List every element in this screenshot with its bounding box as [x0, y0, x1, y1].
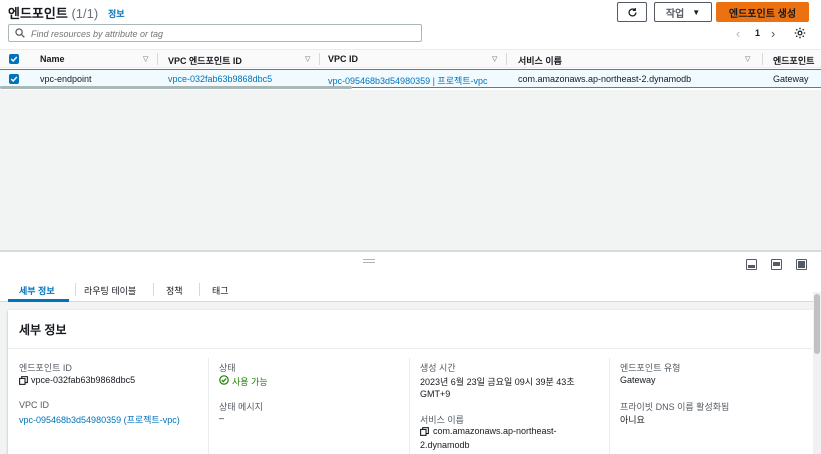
details-divider — [8, 348, 813, 349]
copy-icon[interactable] — [19, 376, 28, 385]
column-header-endpoint-type[interactable]: 엔드포인트 — [773, 54, 814, 67]
created-time-label: 생성 시간 — [420, 363, 456, 373]
column-divider[interactable] — [319, 53, 320, 65]
vpc-id-label: VPC ID — [19, 400, 50, 410]
cell-endpoint-type: Gateway — [773, 74, 809, 84]
sort-caret-icon[interactable]: ▽ — [745, 55, 750, 63]
private-dns-value: 아니요 — [620, 415, 645, 425]
tab-tags[interactable]: 태그 — [212, 284, 229, 297]
previous-page-icon[interactable]: ‹ — [736, 26, 740, 41]
page-number[interactable]: 1 — [755, 28, 760, 38]
status-message-label: 상태 메시지 — [219, 402, 263, 412]
column-header-vpc-id[interactable]: VPC ID — [328, 54, 358, 64]
status-message-value: – — [219, 413, 225, 423]
sort-caret-icon[interactable]: ▽ — [143, 55, 148, 63]
actions-dropdown[interactable]: 작업 ▼ — [654, 2, 712, 22]
tab-route-tables[interactable]: 라우팅 테이블 — [84, 284, 136, 297]
tab-policy[interactable]: 정책 — [166, 284, 183, 297]
table-header: Name ▽ VPC 엔드포인트 ID ▽ VPC ID ▽ 서비스 이름 ▽ … — [0, 49, 821, 68]
copy-icon[interactable] — [420, 427, 429, 436]
sort-caret-icon[interactable]: ▽ — [305, 55, 310, 63]
column-divider — [409, 358, 410, 454]
column-divider[interactable] — [157, 53, 158, 65]
vertical-scrollbar-thumb[interactable] — [814, 294, 820, 354]
sort-caret-icon[interactable]: ▽ — [492, 55, 497, 63]
endpoint-id-label: 엔드포인트 ID — [19, 363, 72, 373]
next-page-icon[interactable]: › — [771, 26, 775, 41]
caret-down-icon: ▼ — [692, 7, 701, 17]
details-title: 세부 정보 — [19, 323, 67, 337]
panel-bottom-icon[interactable] — [746, 259, 757, 270]
endpoint-id-value: vpce-032fab63b9868dbc5 — [31, 375, 136, 385]
created-time-timezone: GMT+9 — [420, 389, 451, 399]
column-header-endpoint-id[interactable]: VPC 엔드포인트 ID — [168, 54, 242, 67]
cell-name: vpc-endpoint — [40, 74, 92, 84]
cell-service-name: com.amazonaws.ap-northeast-2.dynamodb — [518, 74, 692, 84]
refresh-icon — [628, 7, 637, 17]
gear-icon[interactable] — [794, 27, 806, 39]
created-time-value: 2023년 6월 23일 금요일 09시 39분 43초 — [420, 377, 575, 387]
panel-full-icon[interactable] — [796, 259, 807, 270]
search-icon — [15, 28, 25, 38]
column-divider — [609, 358, 610, 454]
selection-count: (1/1) — [71, 6, 99, 21]
check-icon — [10, 76, 18, 83]
private-dns-label: 프라이빗 DNS 이름 활성화됨 — [620, 402, 730, 412]
column-header-service-name[interactable]: 서비스 이름 — [518, 54, 562, 67]
info-link[interactable]: 정보 — [108, 7, 125, 20]
endpoint-type-value: Gateway — [620, 375, 656, 385]
title-text: 엔드포인트 — [8, 6, 68, 21]
service-name-label: 서비스 이름 — [420, 415, 464, 425]
check-icon — [10, 56, 18, 63]
split-panel-divider[interactable] — [0, 250, 821, 252]
horizontal-scrollbar[interactable] — [0, 86, 352, 89]
service-name-value: com.amazonaws.ap-northeast- — [433, 426, 557, 436]
resize-handle-icon[interactable] — [363, 259, 375, 263]
page-title: 엔드포인트 (1/1) — [8, 3, 98, 22]
status-success-icon — [219, 375, 229, 385]
cell-vpc-id-link[interactable]: vpc-095468b3d54980359 | 프로젝트-vpc — [328, 74, 488, 87]
search-input[interactable] — [31, 27, 411, 40]
search-bar[interactable] — [8, 24, 422, 42]
column-divider[interactable] — [506, 53, 507, 65]
panel-middle-icon[interactable] — [771, 259, 782, 270]
select-all-checkbox[interactable] — [9, 54, 19, 64]
refresh-button[interactable] — [617, 2, 647, 22]
create-endpoint-button[interactable]: 엔드포인트 생성 — [716, 2, 809, 22]
status-label: 상태 — [219, 363, 236, 373]
endpoint-type-label: 엔드포인트 유형 — [620, 363, 681, 373]
status-value: 사용 가능 — [232, 377, 268, 387]
tab-divider — [199, 283, 200, 296]
column-divider — [208, 358, 209, 454]
vpc-id-link[interactable]: vpc-095468b3d54980359 (프로젝트-vpc) — [19, 413, 180, 426]
detail-tabs: 세부 정보 라우팅 테이블 정책 태그 — [0, 280, 821, 302]
cell-endpoint-id-link[interactable]: vpce-032fab63b9868dbc5 — [168, 74, 272, 84]
tab-divider — [75, 283, 76, 296]
tab-divider — [153, 283, 154, 296]
row-checkbox[interactable] — [9, 74, 19, 84]
tab-details[interactable]: 세부 정보 — [19, 284, 55, 297]
service-name-value-cont: 2.dynamodb — [420, 440, 470, 450]
column-header-name[interactable]: Name — [40, 54, 65, 64]
column-divider[interactable] — [762, 53, 763, 65]
actions-label: 작업 — [665, 8, 685, 20]
